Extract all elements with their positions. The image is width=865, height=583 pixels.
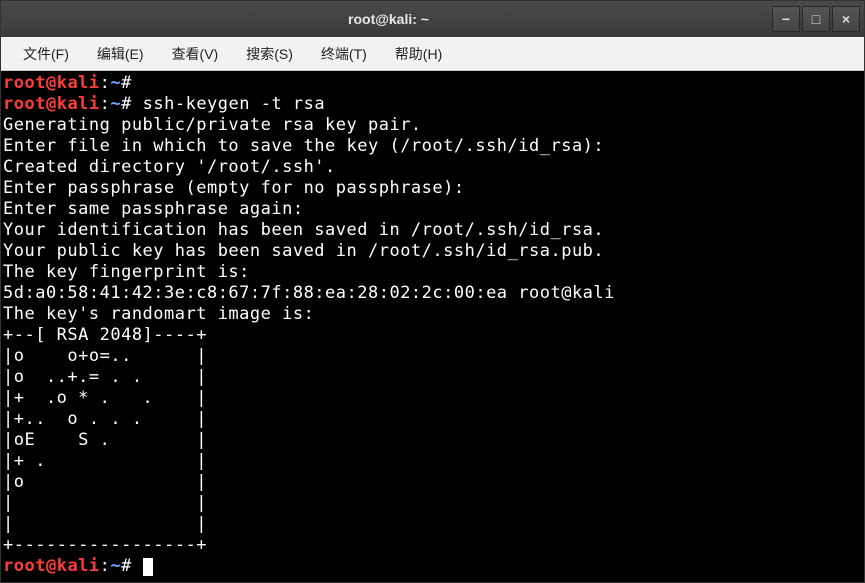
terminal-line: root@kali:~# xyxy=(3,73,862,94)
prompt-path: ~ xyxy=(110,556,121,576)
prompt-path: ~ xyxy=(110,73,121,93)
prompt-hash: # xyxy=(121,556,132,576)
prompt-user: root xyxy=(3,556,46,576)
terminal-line: |+ . | xyxy=(3,451,862,472)
prompt-host: kali xyxy=(57,94,100,114)
terminal-body[interactable]: root@kali:~# root@kali:~# ssh-keygen -t … xyxy=(1,71,864,582)
window-title: root@kali: ~ xyxy=(5,11,772,27)
prompt-at: @ xyxy=(46,556,57,576)
prompt-hash: # xyxy=(121,73,132,93)
minimize-button[interactable]: − xyxy=(772,6,800,32)
titlebar: root@kali: ~ − □ × xyxy=(1,1,864,37)
maximize-button[interactable]: □ xyxy=(802,6,830,32)
terminal-line: Enter passphrase (empty for no passphras… xyxy=(3,178,862,199)
terminal-line: Generating public/private rsa key pair. xyxy=(3,115,862,136)
cmd-text: ssh-keygen -t rsa xyxy=(132,94,325,114)
close-button[interactable]: × xyxy=(832,6,860,32)
menu-terminal[interactable]: 终端(T) xyxy=(307,38,381,70)
terminal-line: The key fingerprint is: xyxy=(3,262,862,283)
window-controls: − □ × xyxy=(772,6,860,32)
terminal-line: The key's randomart image is: xyxy=(3,304,862,325)
terminal-line: |o | xyxy=(3,472,862,493)
terminal-line: |oE S . | xyxy=(3,430,862,451)
prompt-colon: : xyxy=(100,94,111,114)
prompt-user: root xyxy=(3,94,46,114)
terminal-line: |o o+o=.. | xyxy=(3,346,862,367)
terminal-line: Enter file in which to save the key (/ro… xyxy=(3,136,862,157)
terminal-line: root@kali:~# ssh-keygen -t rsa xyxy=(3,94,862,115)
terminal-line: +-----------------+ xyxy=(3,535,862,556)
prompt-colon: : xyxy=(100,73,111,93)
terminal-line: |o ..+.= . . | xyxy=(3,367,862,388)
menu-help[interactable]: 帮助(H) xyxy=(381,38,456,70)
terminal-line: Created directory '/root/.ssh'. xyxy=(3,157,862,178)
menu-search[interactable]: 搜索(S) xyxy=(232,38,307,70)
prompt-at: @ xyxy=(46,73,57,93)
terminal-line: | | xyxy=(3,493,862,514)
terminal-window: root@kali: ~ − □ × 文件(F) 编辑(E) 查看(V) 搜索(… xyxy=(0,0,865,583)
prompt-path: ~ xyxy=(110,94,121,114)
prompt-at: @ xyxy=(46,94,57,114)
terminal-line: 5d:a0:58:41:42:3e:c8:67:7f:88:ea:28:02:2… xyxy=(3,283,862,304)
cmd-text xyxy=(132,73,143,93)
cursor-icon xyxy=(143,558,153,576)
terminal-line: Enter same passphrase again: xyxy=(3,199,862,220)
menu-edit[interactable]: 编辑(E) xyxy=(83,38,158,70)
menubar: 文件(F) 编辑(E) 查看(V) 搜索(S) 终端(T) 帮助(H) xyxy=(1,37,864,71)
terminal-line: root@kali:~# xyxy=(3,556,862,577)
menu-view[interactable]: 查看(V) xyxy=(158,38,233,70)
cmd-text xyxy=(132,556,143,576)
prompt-host: kali xyxy=(57,73,100,93)
terminal-line: Your identification has been saved in /r… xyxy=(3,220,862,241)
terminal-line: +--[ RSA 2048]----+ xyxy=(3,325,862,346)
prompt-user: root xyxy=(3,73,46,93)
prompt-host: kali xyxy=(57,556,100,576)
prompt-colon: : xyxy=(100,556,111,576)
terminal-line: |+.. o . . . | xyxy=(3,409,862,430)
prompt-hash: # xyxy=(121,94,132,114)
terminal-line: Your public key has been saved in /root/… xyxy=(3,241,862,262)
terminal-line: | | xyxy=(3,514,862,535)
terminal-line: |+ .o * . . | xyxy=(3,388,862,409)
menu-file[interactable]: 文件(F) xyxy=(9,38,83,70)
